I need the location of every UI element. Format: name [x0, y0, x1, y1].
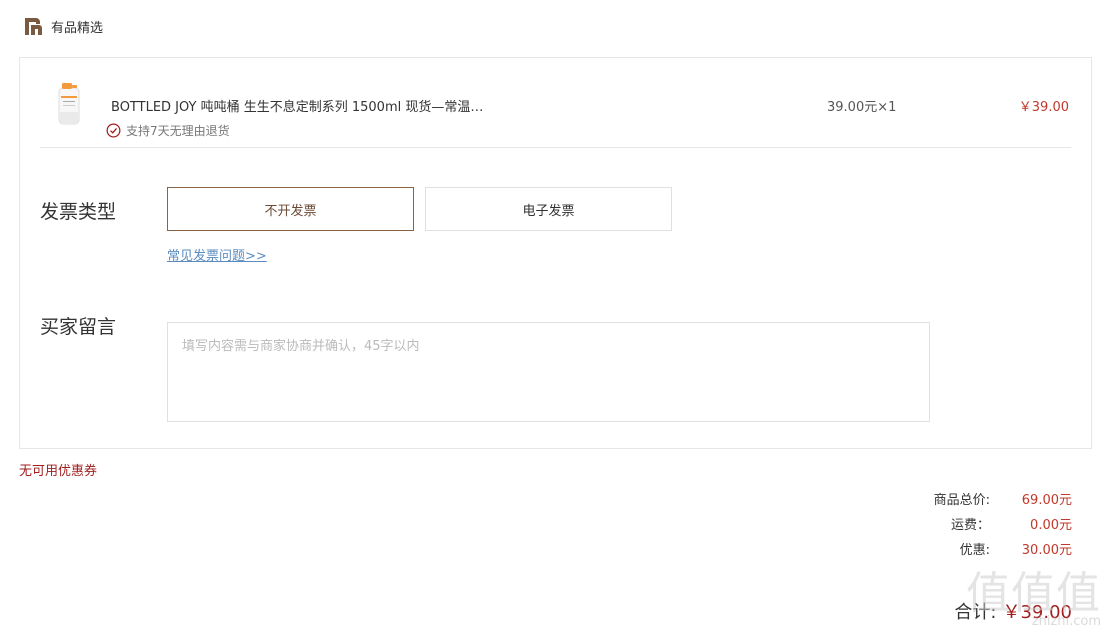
product-row: BOTTLED JOY 吨吨桶 生生不息定制系列 1500ml 现货—常温… 支…: [40, 58, 1071, 148]
order-panel: BOTTLED JOY 吨吨桶 生生不息定制系列 1500ml 现货—常温… 支…: [19, 57, 1092, 449]
summary-row-shipping: 运费： 0.00元: [934, 511, 1072, 536]
discount-value: 30.00元: [1021, 543, 1072, 558]
invoice-faq-link[interactable]: 常见发票问题>>: [167, 245, 267, 264]
check-circle-icon: [106, 123, 121, 138]
discount-label: 优惠:: [959, 543, 990, 558]
summary-row-subtotal: 商品总价: 69.00元: [934, 486, 1072, 511]
shipping-label: 运费：: [950, 518, 990, 533]
subtotal-label: 商品总价:: [933, 493, 990, 508]
e-invoice-option[interactable]: 电子发票: [425, 187, 672, 231]
water-bottle-thumbnail[interactable]: [48, 80, 88, 128]
no-coupon-notice: 无可用优惠券: [19, 464, 98, 479]
return-policy-tag: 支持7天无理由退货: [106, 122, 230, 139]
no-invoice-option[interactable]: 不开发票: [167, 187, 414, 231]
invoice-type-label: 发票类型: [40, 201, 117, 223]
product-title[interactable]: BOTTLED JOY 吨吨桶 生生不息定制系列 1500ml 现货—常温…: [111, 96, 483, 115]
price-summary: 商品总价: 69.00元 运费： 0.00元 优惠: 30.00元: [934, 486, 1072, 561]
row-total-price: ￥39.00: [1018, 100, 1069, 115]
summary-row-discount: 优惠: 30.00元: [934, 536, 1072, 561]
site-watermark: 值值值 zhizhi.com: [966, 568, 1101, 630]
store-name: 有品精选: [51, 20, 104, 36]
buyer-message-label: 买家留言: [40, 316, 117, 338]
return-policy-text: 支持7天无理由退货: [126, 124, 230, 138]
unit-price-quantity: 39.00元×1: [827, 100, 897, 115]
store-header: 有品精选: [22, 14, 103, 38]
watermark-logo: 值值值: [966, 568, 1101, 619]
subtotal-value: 69.00元: [1021, 493, 1072, 508]
buyer-message-input[interactable]: [167, 322, 930, 422]
shipping-value: 0.00元: [1030, 518, 1072, 533]
youpin-logo-icon: [25, 18, 42, 35]
